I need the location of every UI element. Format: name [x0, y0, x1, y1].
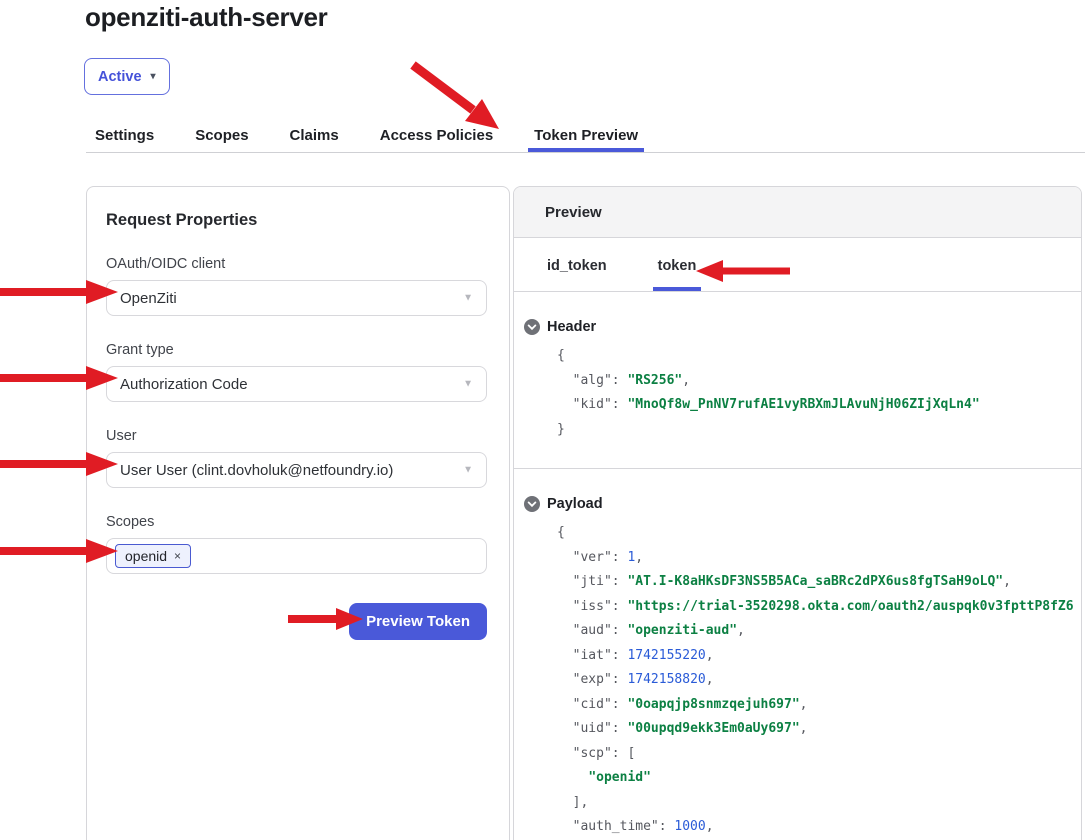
header-section: Header { "alg": "RS256", "kid": "MnoQf8w… [514, 292, 1081, 469]
header-json-code: { "alg": "RS256", "kid": "MnoQf8w_PnNV7r… [514, 344, 1081, 442]
select-grant-type[interactable]: Authorization Code ▼ [106, 366, 487, 402]
preview-card: Preview id_token token Header { "alg": "R… [513, 186, 1082, 840]
payload-section-title: Payload [547, 496, 603, 512]
chevron-down-icon: ▾ [151, 71, 156, 82]
scope-tag-openid: openid × [115, 544, 191, 568]
field-group-user: User User User (clint.dovholuk@netfoundry… [106, 428, 487, 488]
request-properties-card: Request Properties OAuth/OIDC client Open… [86, 186, 510, 840]
code-line: "iss": "https://trial-3520298.okta.com/o… [557, 595, 1081, 620]
annotation-arrow-token-tab [696, 260, 792, 282]
tabs-divider [86, 152, 1085, 153]
code-line: "uid": "00upqd9ekk3Em0aUy697", [557, 717, 1081, 742]
field-group-scopes: Scopes openid × [106, 514, 487, 574]
code-line: "cid": "0oapqjp8snmzqejuh697", [557, 693, 1081, 718]
page-title: openziti-auth-server [85, 0, 328, 34]
code-line: "exp": 1742158820, [557, 668, 1081, 693]
field-group-oauth-oidc-client: OAuth/OIDC client OpenZiti ▼ [106, 256, 487, 316]
payload-json-code: { "ver": 1, "jti": "AT.I-K8aHKsDF3NS5B5A… [514, 521, 1081, 840]
preview-token-button[interactable]: Preview Token [349, 603, 487, 640]
select-oauth-oidc-client[interactable]: OpenZiti ▼ [106, 280, 487, 316]
select-value: Authorization Code [120, 376, 248, 393]
request-properties-heading: Request Properties [106, 211, 487, 230]
preview-tabs: id_token token [514, 238, 1081, 292]
field-group-grant-type: Grant type Authorization Code ▼ [106, 342, 487, 402]
caret-down-icon: ▼ [463, 379, 473, 390]
caret-down-icon: ▼ [463, 465, 473, 476]
tab-token-preview[interactable]: Token Preview [530, 127, 642, 153]
collapse-chevron-icon[interactable] [524, 496, 540, 512]
request-fields: OAuth/OIDC client OpenZiti ▼ Grant type Auth… [106, 256, 487, 574]
code-line: "aud": "openziti-aud", [557, 619, 1081, 644]
annotation-arrow-token-preview-tab [405, 55, 510, 140]
code-line: ], [557, 791, 1081, 816]
tab-settings[interactable]: Settings [91, 127, 158, 153]
select-user[interactable]: User User (clint.dovholuk@netfoundry.io)… [106, 452, 487, 488]
annotation-arrow-user [0, 452, 118, 476]
scopes-input[interactable]: openid × [106, 538, 487, 574]
field-label: User [106, 428, 487, 444]
preview-heading: Preview [514, 187, 1081, 238]
code-line: "iat": 1742155220, [557, 644, 1081, 669]
payload-section: Payload { "ver": 1, "jti": "AT.I-K8aHKsD… [514, 469, 1081, 840]
code-line: "jti": "AT.I-K8aHKsDF3NS5B5ACa_saBRc2dPX… [557, 570, 1081, 595]
main-tabs: SettingsScopesClaimsAccess PoliciesToken… [91, 127, 642, 153]
code-line: "scp": [ [557, 742, 1081, 767]
field-label: Scopes [106, 514, 487, 530]
preview-tab-token[interactable]: token [656, 258, 699, 291]
code-line: { [557, 344, 1081, 369]
remove-tag-icon[interactable]: × [174, 549, 181, 563]
tab-scopes[interactable]: Scopes [191, 127, 252, 153]
annotation-arrow-oauth-client [0, 280, 118, 304]
payload-section-head: Payload [514, 496, 1081, 512]
preview-tab-id_token[interactable]: id_token [545, 258, 609, 291]
tag-label: openid [125, 548, 167, 564]
annotation-arrow-grant-type [0, 366, 118, 390]
tab-claims[interactable]: Claims [286, 127, 343, 153]
header-section-title: Header [547, 319, 596, 335]
select-value: User User (clint.dovholuk@netfoundry.io) [120, 462, 393, 479]
collapse-chevron-icon[interactable] [524, 319, 540, 335]
code-line: "ver": 1, [557, 546, 1081, 571]
token-preview-page: openziti-auth-server Active ▾ Settings Sc… [0, 0, 1085, 840]
annotation-arrow-preview-token-button [288, 607, 364, 631]
caret-down-icon: ▼ [463, 293, 473, 304]
header-section-head: Header [514, 319, 1081, 335]
code-line: "kid": "MnoQf8w_PnNV7rufAE1vyRBXmJLAvuNj… [557, 393, 1081, 418]
code-line: "alg": "RS256", [557, 369, 1081, 394]
select-value: OpenZiti [120, 290, 177, 307]
code-line: "openid" [557, 766, 1081, 791]
status-dropdown-button[interactable]: Active ▾ [84, 58, 170, 95]
code-line: } [557, 418, 1081, 443]
field-label: OAuth/OIDC client [106, 256, 487, 272]
code-line: "auth_time": 1000, [557, 815, 1081, 840]
status-label: Active [98, 69, 142, 85]
field-label: Grant type [106, 342, 487, 358]
annotation-arrow-scopes [0, 539, 118, 563]
code-line: { [557, 521, 1081, 546]
